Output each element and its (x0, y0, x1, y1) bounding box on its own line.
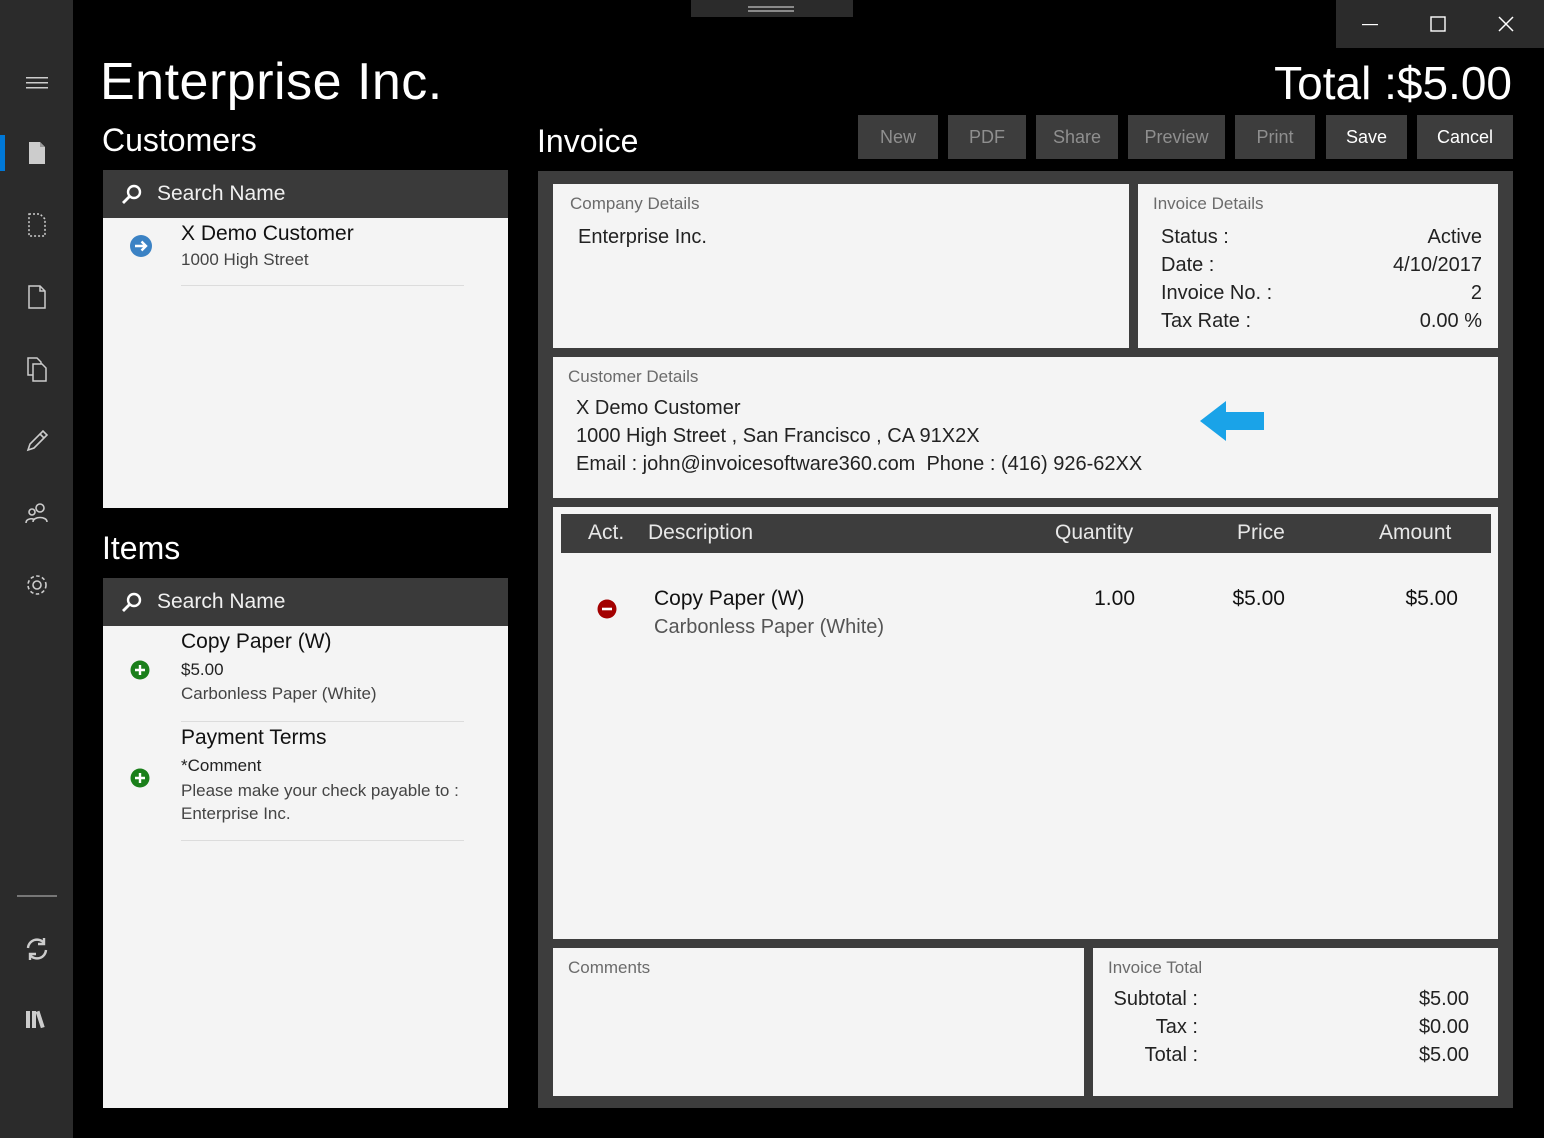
save-button[interactable]: Save (1326, 115, 1407, 159)
document-outline-icon[interactable] (22, 282, 52, 312)
document-icon[interactable] (22, 138, 52, 168)
customer-details-name: X Demo Customer (576, 397, 741, 419)
pencil-icon[interactable] (22, 426, 52, 456)
pdf-button[interactable]: PDF (948, 115, 1026, 159)
item-list-item[interactable]: Payment Terms *Comment Please make your … (103, 722, 508, 840)
tax-value: $0.00 (1418, 1016, 1469, 1038)
customer-search-input[interactable]: Search Name (103, 170, 508, 218)
line-items-card: Act. Description Quantity Price Amount C… (553, 507, 1498, 939)
sync-icon[interactable] (22, 934, 52, 964)
line-items-header: Act. Description Quantity Price Amount (561, 514, 1491, 553)
invoice-details-label: Invoice Details (1153, 194, 1264, 213)
company-name: Enterprise Inc. (578, 226, 707, 248)
line-item-amount: $5.00 (1405, 587, 1458, 610)
hamburger-menu-icon[interactable] (22, 68, 52, 98)
nav-rail (0, 0, 73, 1138)
invoice-title: Invoice (537, 123, 639, 159)
invoice-total-card: Invoice Total Subtotal : $5.00 Tax : $0.… (1093, 948, 1498, 1096)
items-panel: Search Name Copy Paper (W) $5.00 Carbonl… (103, 578, 508, 1108)
invoice-number-label: Invoice No. : (1161, 282, 1273, 304)
app-title: Enterprise Inc. (100, 53, 443, 111)
library-icon[interactable] (22, 1004, 52, 1034)
item-name: Copy Paper (W) (181, 630, 332, 653)
remove-circle-icon[interactable] (597, 599, 617, 619)
search-icon (122, 592, 142, 612)
header-quantity: Quantity (1055, 521, 1134, 544)
invoice-details-card[interactable]: Invoice Details Status : Active Date : 4… (1138, 184, 1498, 348)
item-price: $5.00 (181, 660, 224, 679)
invoice-total-label: Invoice Total (1108, 958, 1203, 977)
new-button[interactable]: New (858, 115, 938, 159)
total-value: $5.00 (1418, 1044, 1469, 1066)
subtotal-label: Subtotal : (1113, 988, 1198, 1010)
gear-icon[interactable] (22, 570, 52, 600)
customer-name: X Demo Customer (181, 222, 354, 245)
invoice-number-value: 2 (1470, 282, 1482, 304)
customers-title: Customers (102, 122, 257, 158)
customer-list-item[interactable]: X Demo Customer 1000 High Street (103, 218, 508, 286)
arrow-right-circle-icon[interactable] (129, 234, 153, 258)
item-price: *Comment (181, 756, 262, 775)
tax-rate-value: 0.00 % (1419, 310, 1482, 332)
title-drag-handle[interactable] (691, 0, 853, 17)
line-item-name: Copy Paper (W) (654, 587, 805, 610)
company-details-card[interactable]: Company Details Enterprise Inc. (553, 184, 1129, 348)
subtotal-value: $5.00 (1418, 988, 1469, 1010)
customer-details-contact: Email : john@invoicesoftware360.com Phon… (576, 453, 1143, 475)
line-item-quantity: 1.00 (1094, 587, 1135, 610)
header-amount: Amount (1379, 521, 1452, 544)
company-details-label: Company Details (570, 194, 700, 213)
tax-rate-label: Tax Rate : (1161, 310, 1252, 332)
customer-search-placeholder: Search Name (157, 182, 286, 205)
window-controls (1336, 0, 1544, 48)
print-button[interactable]: Print (1235, 115, 1315, 159)
cancel-button[interactable]: Cancel (1417, 115, 1513, 159)
item-search-input[interactable]: Search Name (103, 578, 508, 626)
item-description-line1: Please make your check payable to : (181, 781, 459, 800)
status-label: Status : (1161, 226, 1229, 248)
comments-card[interactable]: Comments (553, 948, 1084, 1096)
customer-address: 1000 High Street (181, 250, 309, 269)
customers-panel: Search Name X Demo Customer 1000 High St… (103, 170, 508, 508)
list-separator (181, 285, 464, 286)
invoice-total-heading: Total :$5.00 (1274, 57, 1512, 109)
header-act: Act. (588, 521, 625, 544)
item-name: Payment Terms (181, 726, 327, 749)
tax-label: Tax : (1155, 1016, 1198, 1038)
line-item-description: Carbonless Paper (White) (654, 616, 885, 638)
maximize-icon[interactable] (1404, 0, 1472, 48)
customer-details-address: 1000 High Street , San Francisco , CA 91… (576, 425, 980, 447)
minimize-icon[interactable] (1336, 0, 1404, 48)
list-separator (181, 840, 464, 841)
nav-separator (17, 895, 57, 897)
items-title: Items (102, 530, 181, 566)
customer-details-card[interactable]: Customer Details X Demo Customer 1000 Hi… (553, 357, 1498, 498)
date-value: 4/10/2017 (1393, 254, 1482, 276)
document-dashed-icon[interactable] (22, 210, 52, 240)
item-description: Carbonless Paper (White) (181, 684, 377, 703)
search-icon (122, 184, 142, 204)
status-value: Active (1427, 226, 1482, 248)
table-row[interactable]: Copy Paper (W) Carbonless Paper (White) … (553, 579, 1498, 659)
customer-details-label: Customer Details (568, 367, 699, 386)
header-description: Description (648, 521, 754, 544)
nav-active-indicator (0, 135, 5, 171)
item-list-item[interactable]: Copy Paper (W) $5.00 Carbonless Paper (W… (103, 626, 508, 722)
close-icon[interactable] (1472, 0, 1540, 48)
people-icon[interactable] (22, 498, 52, 528)
comments-label: Comments (568, 958, 651, 977)
copy-icon[interactable] (22, 354, 52, 384)
add-circle-icon[interactable] (130, 660, 150, 680)
date-label: Date : (1161, 254, 1215, 276)
total-label: Total : (1144, 1044, 1198, 1066)
item-description-line2: Enterprise Inc. (181, 804, 291, 823)
add-circle-icon[interactable] (130, 768, 150, 788)
arrow-left-icon[interactable] (1200, 399, 1266, 443)
preview-button[interactable]: Preview (1128, 115, 1225, 159)
share-button[interactable]: Share (1036, 115, 1118, 159)
line-item-price: $5.00 (1232, 587, 1285, 610)
invoice-frame: Company Details Enterprise Inc. Invoice … (538, 171, 1513, 1108)
header-price: Price (1237, 521, 1285, 544)
item-search-placeholder: Search Name (157, 590, 286, 613)
